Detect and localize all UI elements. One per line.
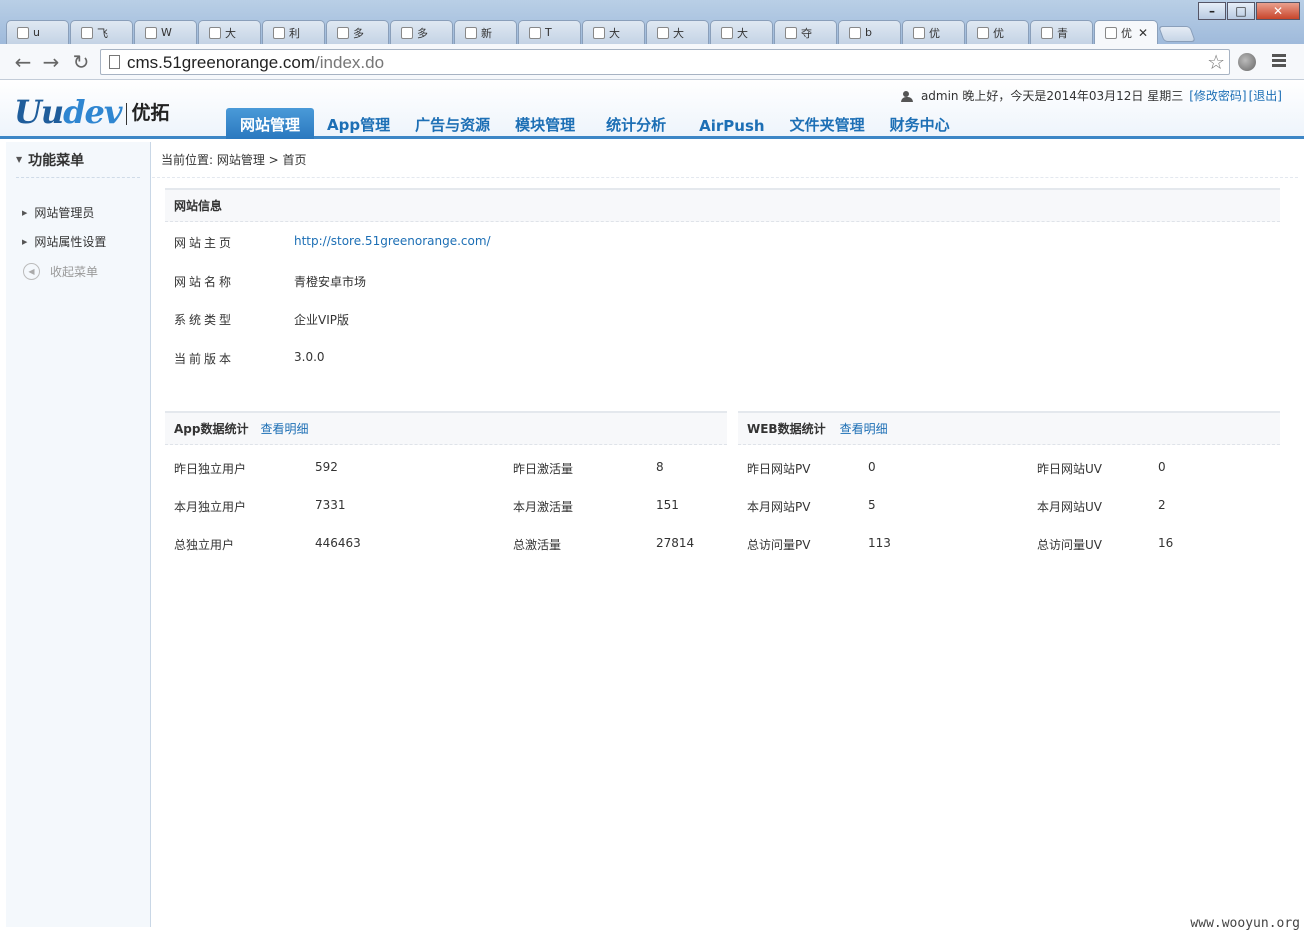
favicon-icon [849,26,861,39]
back-button[interactable]: ← [12,51,34,73]
page-icon [273,26,285,39]
page-icon [109,55,120,69]
menu-icon[interactable] [1272,54,1286,69]
greeting-text: admin 晚上好，今天是2014年03月12日 星期三 [920,89,1184,103]
close-window-button[interactable]: ✕ [1256,2,1300,20]
page-icon [977,26,989,39]
page-icon [465,26,477,39]
collapse-arrow-icon: ◀ [23,262,40,280]
triangle-down-icon: ▼ [16,155,23,164]
tab-strip: u 飞 W 大 利 多 多 新 T 大 大 大 夺 b 优 优 青 优 ✕ [6,20,1196,44]
main-nav: 网站管理 App管理 广告与资源 模块管理 统计分析 AirPush 文件夹管理… [226,108,963,139]
info-row-system-type: 系统类型 企业VIP版 [174,313,349,327]
favicon-icon [401,26,413,39]
close-tab-icon[interactable]: ✕ [1138,26,1148,40]
nav-module-management[interactable]: 模块管理 [503,108,587,139]
web-stats-panel: WEB数据统计 查看明细 昨日网站PV 0 昨日网站UV 0 本月网站PV 5 … [738,411,1280,571]
sidebar-menu: ▶ 网站管理员 ▶ 网站属性设置 ◀ 收起菜单 [6,198,150,286]
maximize-button[interactable]: □ [1227,2,1255,20]
breadcrumb: 当前位置: 网站管理 > 首页 [152,142,1298,178]
new-tab-button[interactable] [1158,26,1196,42]
browser-tab[interactable]: 多 [390,20,453,44]
nav-finance-center[interactable]: 财务中心 [878,108,962,139]
browser-tab[interactable]: 夺 [774,20,837,44]
browser-titlebar: – □ ✕ u 飞 W 大 利 多 多 新 T 大 大 大 夺 b 优 优 青 … [0,0,1304,44]
browser-tab[interactable]: W [134,20,197,44]
info-row-version: 当前版本 3.0.0 [174,350,325,366]
watermark: www.wooyun.org [1190,916,1300,931]
favicon-icon [785,26,797,39]
web-stats-detail-link[interactable]: 查看明细 [840,420,888,437]
sidebar: ▼ 功能菜单 ▶ 网站管理员 ▶ 网站属性设置 ◀ 收起菜单 [6,142,151,927]
user-bar: admin 晚上好，今天是2014年03月12日 星期三 [修改密码] [退出] [900,87,1282,104]
app-header: Uudev 优拓 admin 晚上好，今天是2014年03月12日 星期三 [修… [0,81,1304,139]
info-row-site-name: 网站名称 青橙安卓市场 [174,275,367,289]
nav-app-management[interactable]: App管理 [315,108,402,139]
change-password-link[interactable]: [修改密码] [1189,87,1246,104]
browser-tab[interactable]: 大 [582,20,645,44]
app-stats-header: App数据统计 查看明细 [165,413,727,445]
favicon-icon [593,26,605,39]
page-icon [81,26,93,39]
minimize-button[interactable]: – [1198,2,1226,20]
favicon-icon [17,26,29,39]
triangle-right-icon: ▶ [22,237,28,246]
browser-toolbar: ← → ↻ cms.51greenorange.com/index.do ☆ [0,44,1304,80]
logout-link[interactable]: [退出] [1249,87,1282,104]
info-row-homepage: 网站主页 http://store.51greenorange.com/ [174,234,491,250]
nav-site-management[interactable]: 网站管理 [226,108,315,139]
browser-tab[interactable]: 青 [1030,20,1093,44]
browser-tab-active[interactable]: 优 ✕ [1094,20,1158,44]
site-info-panel: 网站信息 网站主页 http://store.51greenorange.com… [165,188,1280,388]
nav-folder-management[interactable]: 文件夹管理 [778,108,877,139]
browser-tab[interactable]: 大 [198,20,261,44]
app-stats-detail-link[interactable]: 查看明细 [260,420,308,437]
sidebar-item-site-settings[interactable]: ▶ 网站属性设置 [22,227,150,256]
homepage-link[interactable]: http://store.51greenorange.com/ [294,234,491,248]
url-text: cms.51greenorange.com/index.do [127,53,385,72]
page-icon [337,26,349,39]
page-icon [209,26,221,39]
favicon-icon [529,26,541,39]
favicon-icon [913,26,925,39]
globe-icon[interactable] [1238,53,1256,71]
address-bar[interactable]: cms.51greenorange.com/index.do ☆ [100,49,1230,75]
collapse-menu-button[interactable]: ◀ 收起菜单 [23,256,150,286]
browser-tab[interactable]: T [518,20,581,44]
favicon-icon [657,26,669,39]
triangle-right-icon: ▶ [22,208,28,217]
browser-tab[interactable]: 大 [710,20,773,44]
window-controls: – □ ✕ [1197,2,1300,20]
browser-tab[interactable]: b [838,20,901,44]
nav-ads-resources[interactable]: 广告与资源 [403,108,502,139]
logo: Uudev 优拓 [14,93,170,131]
browser-tab[interactable]: 新 [454,20,517,44]
user-icon [900,90,915,102]
main-content: 当前位置: 网站管理 > 首页 网站信息 网站主页 http://store.5… [152,142,1298,927]
favicon-icon [721,26,733,39]
sidebar-item-site-admins[interactable]: ▶ 网站管理员 [22,198,150,227]
favicon-icon [1041,26,1053,39]
reload-button[interactable]: ↻ [70,51,92,73]
browser-tab[interactable]: 大 [646,20,709,44]
browser-tab[interactable]: u [6,20,69,44]
page-icon [145,26,157,39]
page-icon [1105,26,1117,39]
sidebar-title: ▼ 功能菜单 [16,142,140,178]
web-stats-header: WEB数据统计 查看明细 [738,413,1280,445]
site-info-title: 网站信息 [165,190,1280,222]
bookmark-star-icon[interactable]: ☆ [1207,50,1225,74]
app-stats-panel: App数据统计 查看明细 昨日独立用户 592 昨日激活量 8 本月独立用户 7… [165,411,727,571]
browser-tab[interactable]: 利 [262,20,325,44]
forward-button[interactable]: → [40,51,62,73]
browser-tab[interactable]: 优 [902,20,965,44]
browser-tab[interactable]: 多 [326,20,389,44]
nav-statistics[interactable]: 统计分析 [594,108,678,139]
browser-tab[interactable]: 优 [966,20,1029,44]
browser-tab[interactable]: 飞 [70,20,133,44]
nav-airpush[interactable]: AirPush [687,111,776,139]
